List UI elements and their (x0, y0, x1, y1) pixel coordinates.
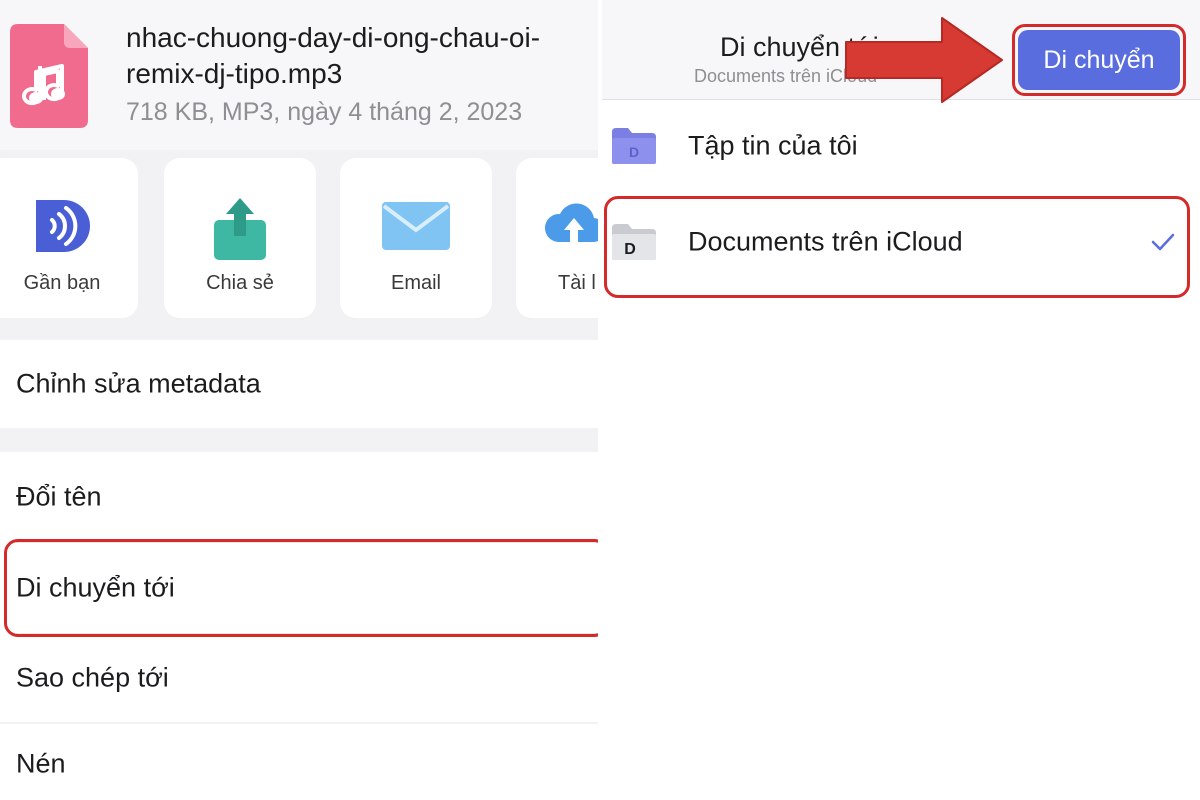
action-upload-label: Tài l (558, 272, 596, 294)
email-icon (382, 202, 450, 250)
share-icon (214, 198, 266, 260)
menu-item-edit-metadata[interactable]: Chỉnh sửa metadata (0, 340, 598, 428)
menu-item-label: Nén (16, 748, 66, 779)
menu-item-copy-to[interactable]: Sao chép tới (0, 634, 598, 722)
action-upload[interactable]: Tài l (516, 158, 598, 318)
nearby-share-icon (36, 200, 90, 252)
action-email[interactable]: Email (340, 158, 492, 318)
move-to-header: Di chuyển tới Documents trên iCloud Di c… (602, 0, 1200, 103)
move-to-panel: Di chuyển tới Documents trên iCloud Di c… (602, 0, 1200, 800)
menu-item-compress[interactable]: Nén (0, 724, 598, 800)
my-files-folder-icon: D (612, 128, 656, 164)
file-name: nhac-chuong-day-di-ong-chau-oi- remix-dj… (126, 20, 540, 92)
action-nearby-label: Gần bạn (23, 272, 101, 294)
menu-item-label: Sao chép tới (16, 662, 169, 693)
folder-item-label: Tập tin của tôi (688, 130, 858, 161)
file-name-line-2: remix-dj-tipo.mp3 (126, 58, 343, 89)
action-share-label: Chia sẻ (206, 272, 274, 294)
file-header: nhac-chuong-day-di-ong-chau-oi- remix-dj… (0, 0, 598, 150)
svg-text:D: D (629, 144, 639, 160)
share-actions-row: Gần bạn Chia sẻ Email Tài l (0, 158, 598, 320)
arrow-right-icon (845, 17, 1003, 103)
highlight-box-move-to (4, 539, 598, 637)
menu-item-label: Đổi tên (16, 481, 102, 512)
folder-item-my-files[interactable]: D Tập tin của tôi (602, 98, 1200, 194)
cloud-upload-icon (544, 203, 598, 243)
move-button[interactable]: Di chuyển (1018, 30, 1180, 90)
file-metadata: 718 KB, MP3, ngày 4 tháng 2, 2023 (126, 98, 523, 126)
menu-item-label: Chỉnh sửa metadata (16, 368, 261, 399)
file-options-panel: nhac-chuong-day-di-ong-chau-oi- remix-dj… (0, 0, 598, 800)
music-file-icon (10, 24, 88, 128)
action-nearby[interactable]: Gần bạn (0, 158, 138, 318)
action-email-label: Email (390, 272, 441, 294)
menu-item-rename[interactable]: Đổi tên (0, 452, 598, 542)
action-share[interactable]: Chia sẻ (164, 158, 316, 318)
highlight-box-documents-icloud (604, 196, 1190, 298)
file-name-line-1: nhac-chuong-day-di-ong-chau-oi- (126, 22, 541, 53)
